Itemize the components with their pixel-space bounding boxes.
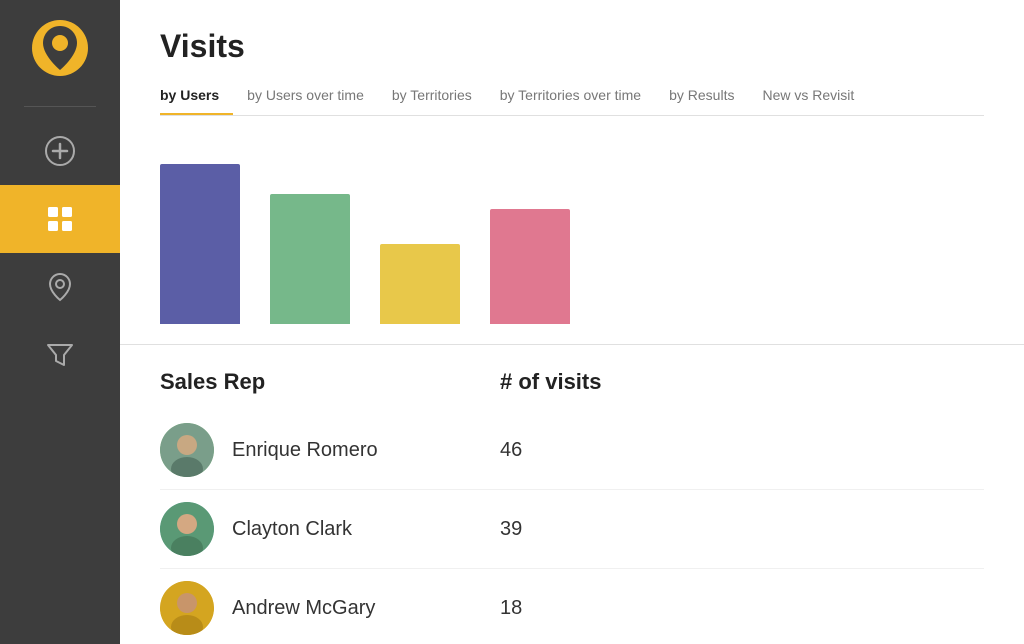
- avatar: [160, 423, 214, 477]
- avatar: [160, 502, 214, 556]
- tab-by-territories-over-time[interactable]: by Territories over time: [500, 79, 655, 115]
- sidebar-divider-top: [24, 106, 96, 107]
- tab-by-results[interactable]: by Results: [669, 79, 748, 115]
- app-logo[interactable]: [30, 18, 90, 78]
- page-header: Visits by Users by Users over time by Te…: [120, 0, 1024, 116]
- table-row: Enrique Romero 46: [160, 411, 984, 490]
- chart-bar: [160, 164, 240, 324]
- page-title: Visits: [160, 28, 984, 65]
- table-area: Sales Rep # of visits Enrique Romero 46 C…: [120, 345, 1024, 644]
- tab-by-users-over-time[interactable]: by Users over time: [247, 79, 378, 115]
- rep-name: Andrew McGary: [232, 597, 375, 620]
- tab-by-territories[interactable]: by Territories: [392, 79, 486, 115]
- location-icon: [44, 271, 76, 303]
- tab-bar: by Users by Users over time by Territori…: [160, 79, 984, 116]
- tab-new-vs-revisit[interactable]: New vs Revisit: [762, 79, 868, 115]
- avatar: [160, 581, 214, 635]
- chart-area: [120, 116, 1024, 345]
- sidebar: [0, 0, 120, 644]
- visit-count: 46: [500, 439, 522, 462]
- rep-info: Andrew McGary: [160, 581, 500, 635]
- main-content: Visits by Users by Users over time by Te…: [120, 0, 1024, 644]
- sidebar-item-dashboard[interactable]: [0, 185, 120, 253]
- tab-by-users[interactable]: by Users: [160, 79, 233, 115]
- filter-icon: [44, 339, 76, 371]
- table-row: Clayton Clark 39: [160, 490, 984, 569]
- rep-name: Enrique Romero: [232, 439, 378, 462]
- table-header: Sales Rep # of visits: [160, 369, 984, 395]
- visit-count: 18: [500, 597, 522, 620]
- sidebar-item-filter[interactable]: [0, 321, 120, 389]
- add-icon: [44, 135, 76, 167]
- table-rows: Enrique Romero 46 Clayton Clark 39 Andrew …: [160, 411, 984, 644]
- chart-bar: [270, 194, 350, 324]
- column-header-visits: # of visits: [500, 369, 601, 395]
- column-header-rep: Sales Rep: [160, 369, 500, 395]
- rep-info: Enrique Romero: [160, 423, 500, 477]
- table-row: Andrew McGary 18: [160, 569, 984, 644]
- rep-info: Clayton Clark: [160, 502, 500, 556]
- sidebar-item-location[interactable]: [0, 253, 120, 321]
- sidebar-item-add[interactable]: [0, 117, 120, 185]
- dashboard-icon: [44, 203, 76, 235]
- bar-chart: [160, 144, 984, 324]
- chart-bar: [380, 244, 460, 324]
- rep-name: Clayton Clark: [232, 518, 352, 541]
- visit-count: 39: [500, 518, 522, 541]
- chart-bar: [490, 209, 570, 324]
